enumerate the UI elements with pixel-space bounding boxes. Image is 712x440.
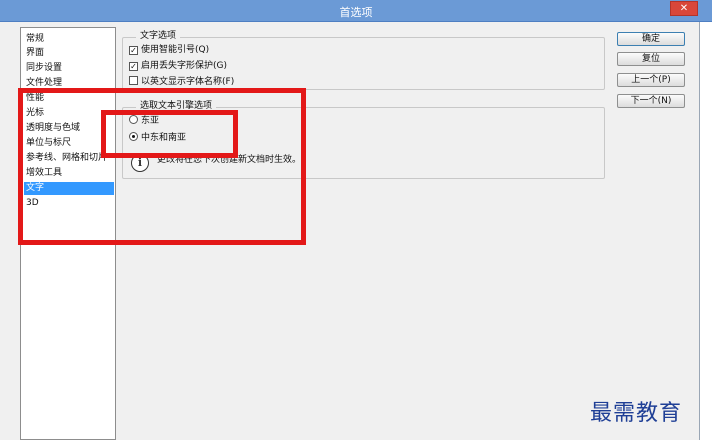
highlight-box-option	[101, 110, 238, 158]
ok-button[interactable]: 确定	[617, 32, 685, 46]
smart-quotes-option[interactable]: ✓ 使用智能引号(Q)	[129, 44, 209, 57]
glyph-protection-label: 启用丢失字形保护(G)	[141, 61, 227, 71]
window-title: 首选项	[339, 6, 373, 19]
title-bar: 首选项 ✕	[0, 0, 712, 22]
english-font-names-label: 以英文显示字体名称(F)	[141, 77, 235, 87]
close-button[interactable]: ✕	[670, 1, 698, 16]
previous-button[interactable]: 上一个(P)	[617, 73, 685, 87]
sidebar-item-general[interactable]: 常规	[24, 33, 114, 46]
reset-button[interactable]: 复位	[617, 52, 685, 66]
glyph-protection-option[interactable]: ✓ 启用丢失字形保护(G)	[129, 60, 227, 73]
sidebar-item-sync-settings[interactable]: 同步设置	[24, 62, 114, 75]
sidebar-item-interface[interactable]: 界面	[24, 47, 114, 60]
english-font-names-checkbox[interactable]	[129, 76, 138, 85]
watermark-text: 最需教育	[590, 401, 683, 426]
text-options-legend: 文字选项	[136, 30, 181, 42]
glyph-protection-checkbox[interactable]: ✓	[129, 62, 138, 71]
smart-quotes-label: 使用智能引号(Q)	[141, 45, 210, 55]
smart-quotes-checkbox[interactable]: ✓	[129, 46, 138, 55]
window-edge	[700, 22, 712, 440]
next-button[interactable]: 下一个(N)	[617, 94, 685, 108]
